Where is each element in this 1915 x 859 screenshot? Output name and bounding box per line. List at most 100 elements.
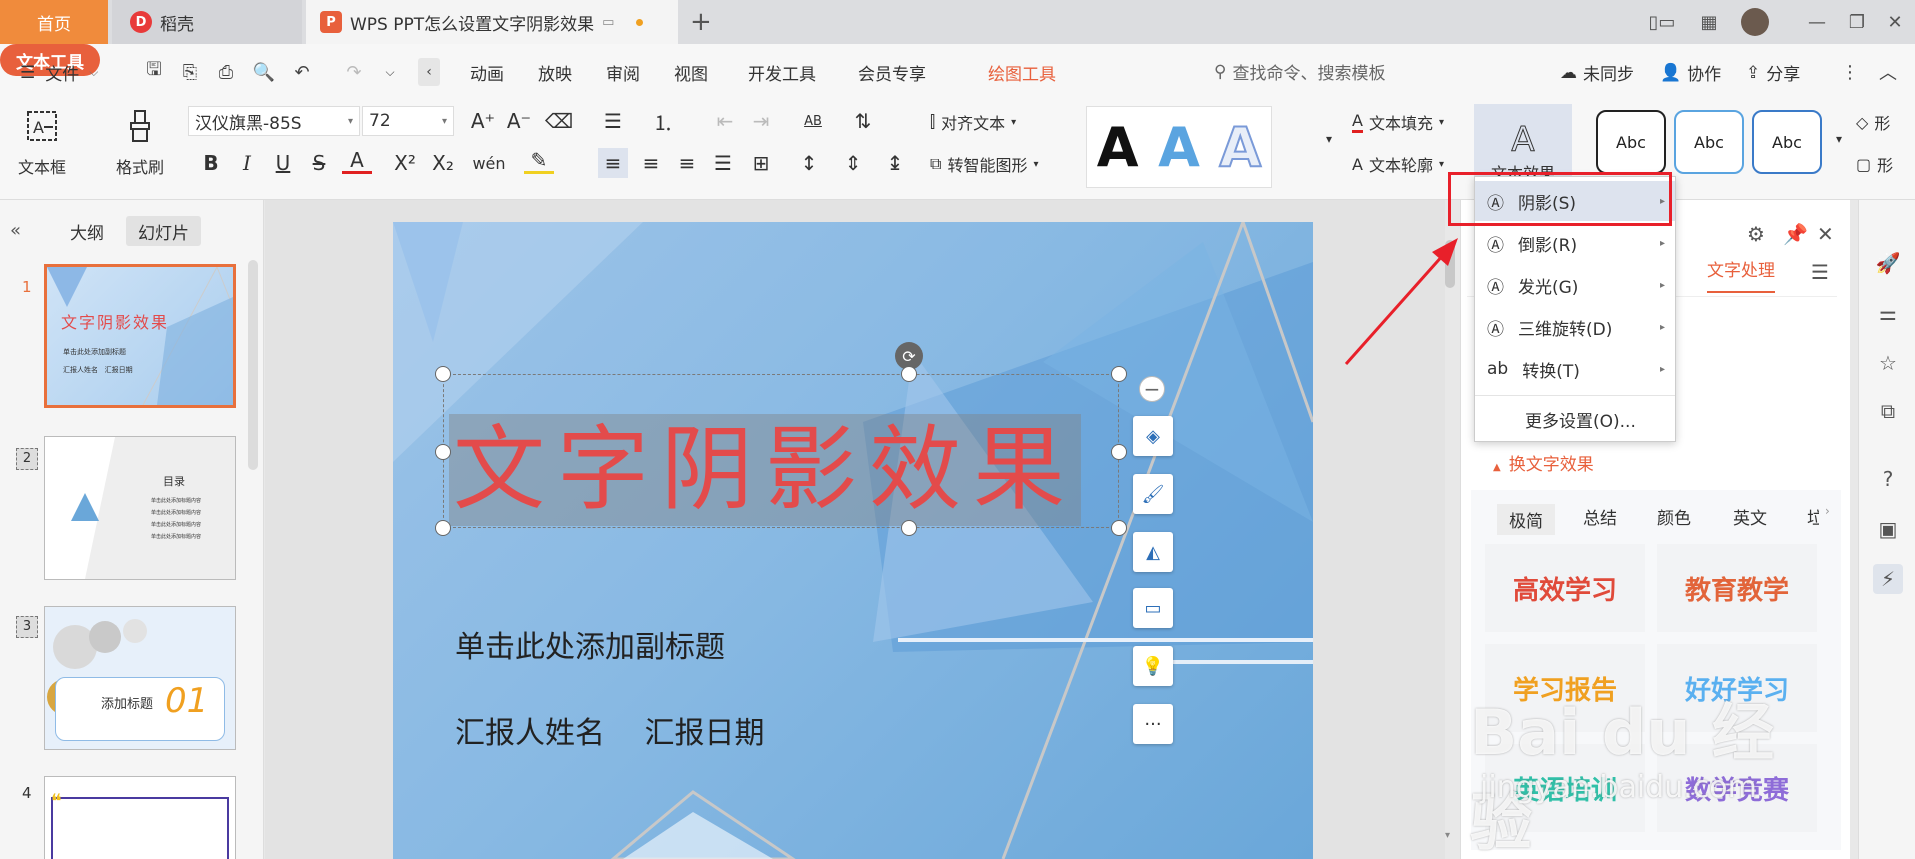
menu-item-more-settings[interactable]: 更多设置(O)... (1475, 399, 1675, 439)
smart-shape-button[interactable]: ⧉ 转智能图形 ▾ (930, 152, 1038, 176)
slide-thumbnail-2[interactable]: 目录 单击此处添加标题内容 单击此处添加标题内容 单击此处添加标题内容 单击此处… (44, 436, 236, 580)
print-preview-button[interactable]: 🔍 (250, 58, 278, 86)
menu-slideshow[interactable]: 放映 (538, 60, 572, 85)
format-brush-button[interactable]: 格式刷 (116, 106, 164, 178)
save-button[interactable]: 🖫 (140, 58, 168, 86)
menu-animation[interactable]: 动画 (470, 60, 504, 85)
shape-style-2[interactable]: Abc (1674, 110, 1744, 174)
layout-toggle-button[interactable]: ▯▭ (1644, 8, 1680, 36)
side-gallery-button[interactable]: ▣ (1873, 514, 1903, 544)
tab-daoke[interactable]: D 稻壳 (112, 0, 302, 44)
category-scroll-right-button[interactable]: › (1825, 504, 1830, 518)
undo-button[interactable]: ↶ (288, 58, 316, 86)
textbox-button[interactable]: A 文本框 (18, 106, 66, 178)
shape-fill-button[interactable]: ◇ 形 (1856, 110, 1890, 134)
wordart-style-black[interactable]: A (1097, 116, 1139, 179)
font-size-select[interactable]: 72 ▾ (362, 106, 454, 136)
redo-button[interactable]: ↷ (340, 58, 368, 86)
wordart-style-outline[interactable]: A (1218, 115, 1262, 180)
restore-button[interactable]: ❐ (1842, 8, 1872, 36)
align-right-button[interactable]: ≡ (672, 148, 702, 178)
smart-idea-button[interactable]: 💡 (1133, 646, 1173, 686)
resize-handle-e[interactable] (1111, 444, 1127, 460)
menu-member[interactable]: 会员专享 (858, 60, 926, 85)
phonetic-button[interactable]: wén (472, 148, 505, 178)
decrease-indent-button[interactable]: ⇤ (710, 106, 740, 136)
category-english[interactable]: 英文 (1733, 504, 1767, 529)
menu-item-3d-rotation[interactable]: Ⓐ 三维旋转(D) ▸ (1475, 307, 1675, 347)
text-fill-button[interactable]: A 文本填充 ▾ (1352, 110, 1444, 134)
more-menu-button[interactable]: ⋮ (1836, 58, 1864, 86)
subscript-button[interactable]: X₂ (428, 148, 458, 178)
line-spacing-button[interactable]: ↕ (794, 148, 824, 178)
side-star-button[interactable]: ☆ (1873, 348, 1903, 378)
collapse-panel-button[interactable]: « (10, 220, 21, 241)
font-name-select[interactable]: 汉仪旗黑-85S ▾ (188, 106, 360, 136)
shape-style-1[interactable]: Abc (1596, 110, 1666, 174)
slide-subtitle-placeholder[interactable]: 单击此处添加副标题 (455, 622, 725, 666)
print-button[interactable]: ⎙ (212, 58, 240, 86)
category-color[interactable]: 颜色 (1657, 504, 1691, 529)
slide-title-text[interactable]: 文字阴影效果 (449, 414, 1082, 526)
minimize-button[interactable]: — (1802, 8, 1832, 36)
strikethrough-button[interactable]: S (304, 148, 334, 178)
outline-button[interactable]: ▭ (1133, 588, 1173, 628)
layer-button[interactable]: ◈ (1133, 416, 1173, 456)
tab-outline[interactable]: 大纲 (58, 216, 116, 246)
slides-scrollbar[interactable] (248, 260, 258, 470)
highlight-button[interactable]: ✎ (524, 148, 554, 174)
clear-format-button[interactable]: ⌫ (544, 106, 574, 136)
side-transition-button[interactable]: ⧉ (1873, 396, 1903, 426)
align-center-button[interactable]: ≡ (636, 148, 666, 178)
side-help-button[interactable]: ? (1873, 464, 1903, 494)
panel-settings-button[interactable]: ⚙ (1747, 222, 1765, 246)
increase-font-button[interactable]: A⁺ (468, 106, 498, 136)
decrease-font-button[interactable]: A⁻ (504, 106, 534, 136)
share-button[interactable]: ⇪ 分享 (1746, 60, 1800, 86)
resize-handle-nw[interactable] (435, 366, 451, 382)
menu-view[interactable]: 视图 (674, 60, 708, 85)
category-minimal[interactable]: 极简 (1497, 504, 1555, 535)
side-adjust-button[interactable]: ⚌ (1873, 298, 1903, 328)
spacing-options-button[interactable]: ↨ (880, 148, 910, 178)
collapse-ribbon-button[interactable]: ︿ (1874, 58, 1902, 86)
panel-pin-button[interactable]: 📌 (1783, 222, 1808, 246)
close-window-button[interactable]: ✕ (1880, 8, 1910, 36)
resize-handle-n[interactable] (901, 366, 917, 382)
resize-handle-sw[interactable] (435, 520, 451, 536)
side-effect-button[interactable]: ⚡ (1873, 564, 1903, 594)
underline-button[interactable]: U (268, 148, 298, 178)
menu-item-glow[interactable]: Ⓐ 发光(G) ▸ (1475, 265, 1675, 305)
swap-text-effect-section[interactable]: ▲ 换文字效果 (1493, 450, 1594, 475)
float-more-button[interactable]: ··· (1133, 704, 1173, 744)
italic-button[interactable]: I (232, 148, 262, 178)
menu-developer[interactable]: 开发工具 (748, 60, 816, 85)
new-tab-button[interactable]: + (690, 0, 720, 44)
tab-home[interactable]: 首页 (0, 0, 108, 44)
ribbon-scroll-left-button[interactable]: ‹ (418, 58, 440, 86)
font-color-button[interactable]: A (342, 148, 372, 174)
slide-canvas[interactable]: 文字阴影效果 ⟳ − ◈ 🖌 ◭ ▭ 💡 ··· 单击此处添加副标题 汇报人姓名… (393, 222, 1313, 859)
wordart-more-button[interactable]: ▾ (1314, 124, 1344, 154)
fill-button[interactable]: ◭ (1133, 532, 1173, 572)
justify-button[interactable]: ☰ (708, 148, 738, 178)
paragraph-spacing-button[interactable]: ⇕ (838, 148, 868, 178)
tab-text-processing[interactable]: 文字处理 (1707, 256, 1775, 293)
panel-close-button[interactable]: ✕ (1817, 222, 1834, 246)
tab-slides[interactable]: 幻灯片 (126, 216, 201, 246)
menu-item-transform[interactable]: ab 转换(T) ▸ (1475, 349, 1675, 389)
align-left-button[interactable]: ≡ (598, 148, 628, 178)
category-more[interactable]: 垃 (1807, 504, 1819, 529)
panel-menu-button[interactable]: ☰ (1811, 260, 1829, 284)
collapse-float-toolbar-button[interactable]: − (1139, 376, 1165, 402)
style-brush-button[interactable]: 🖌 (1133, 474, 1173, 514)
slide-thumbnail-1[interactable]: 文字阴影效果 单击此处添加副标题 汇报人姓名 汇报日期 (44, 264, 236, 408)
text-direction-button[interactable]: AB (798, 106, 828, 136)
side-rocket-button[interactable]: 🚀 (1873, 248, 1903, 278)
sync-button[interactable]: ☁ 未同步 (1560, 60, 1634, 86)
align-text-button[interactable]: ⫿ 对齐文本 ▾ (930, 110, 1016, 134)
shape-style-more-button[interactable]: ▾ (1824, 124, 1854, 154)
distribute-button[interactable]: ⊞ (746, 148, 776, 178)
slide-thumbnail-4[interactable]: ❝ (44, 776, 236, 859)
slide-meta-placeholder[interactable]: 汇报人姓名 汇报日期 (455, 708, 765, 752)
